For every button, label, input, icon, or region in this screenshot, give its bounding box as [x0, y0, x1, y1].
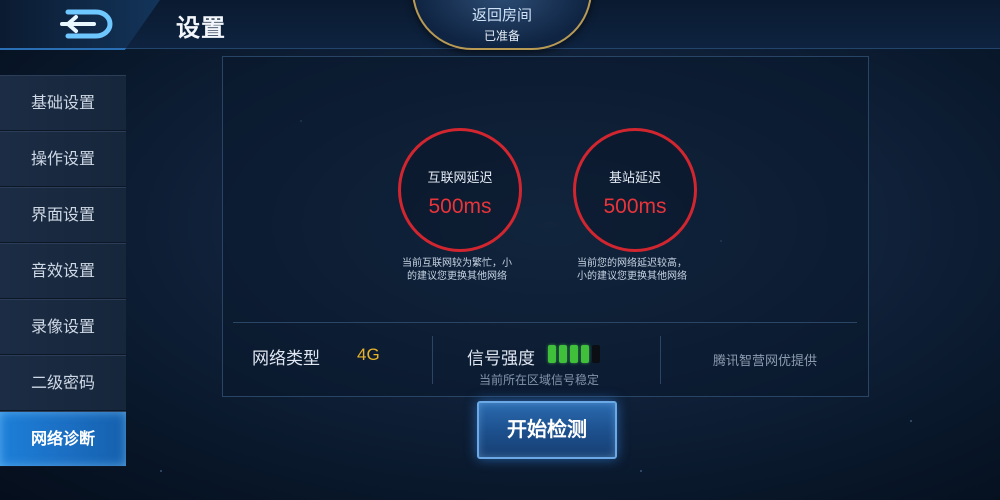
back-icon[interactable] [54, 6, 118, 42]
ready-status: 已准备 [483, 29, 520, 43]
signal-bar-empty [592, 345, 600, 363]
internet-latency-ring: 互联网延迟 500ms [398, 128, 522, 252]
signal-bar-filled [570, 345, 578, 363]
base-station-latency-value: 500ms [603, 195, 667, 218]
return-room-label: 返回房间 [471, 6, 532, 24]
provider-credit: 腾讯智营网优提供 [713, 354, 818, 369]
sidebar-item-network-diagnosis[interactable]: 网络诊断 [0, 411, 126, 467]
top-bar: 设置 返回房间 已准备 [0, 0, 1000, 50]
advice-line: 当前您的网络延迟较高， [577, 258, 687, 269]
internet-latency-advice: 当前互联网较为繁忙，小 的建议您更换其他网络 [392, 257, 522, 283]
base-station-latency-advice: 当前您的网络延迟较高， 小的建议您更换其他网络 [567, 257, 697, 283]
background-star [160, 470, 162, 472]
signal-status-note: 当前所在区域信号稳定 [479, 373, 600, 387]
internet-latency-label: 互联网延迟 [427, 171, 493, 186]
sidebar-item-sound[interactable]: 音效设置 [0, 243, 126, 299]
sidebar-item-secondary-password[interactable]: 二级密码 [0, 355, 126, 411]
settings-sidebar: 基础设置 操作设置 界面设置 音效设置 录像设置 二级密码 网络诊断 [0, 75, 126, 500]
signal-strength-label: 信号强度 [467, 349, 535, 369]
network-type-value: 4G [357, 345, 380, 364]
background-star [910, 420, 912, 422]
base-station-latency-label: 基站延迟 [608, 171, 661, 186]
advice-line: 的建议您更换其他网络 [407, 271, 507, 282]
return-room-button[interactable]: 返回房间 已准备 [412, 0, 592, 50]
sidebar-item-controls[interactable]: 操作设置 [0, 131, 126, 187]
advice-line: 小的建议您更换其他网络 [577, 271, 687, 282]
background-star [640, 470, 642, 472]
column-divider [432, 336, 433, 384]
base-station-latency-ring: 基站延迟 500ms [573, 128, 697, 252]
sidebar-item-recording[interactable]: 录像设置 [0, 299, 126, 355]
internet-latency-value: 500ms [428, 195, 492, 218]
signal-bar-filled [559, 345, 567, 363]
section-divider [233, 322, 857, 323]
signal-bar-filled [581, 345, 589, 363]
page-title: 设置 [176, 14, 226, 42]
advice-line: 当前互联网较为繁忙，小 [402, 258, 512, 269]
network-type-label: 网络类型 [252, 349, 320, 369]
column-divider [660, 336, 661, 384]
signal-bar-filled [548, 345, 556, 363]
sidebar-item-interface[interactable]: 界面设置 [0, 187, 126, 243]
start-detection-button[interactable]: 开始检测 [477, 401, 617, 459]
sidebar-item-basic[interactable]: 基础设置 [0, 75, 126, 131]
